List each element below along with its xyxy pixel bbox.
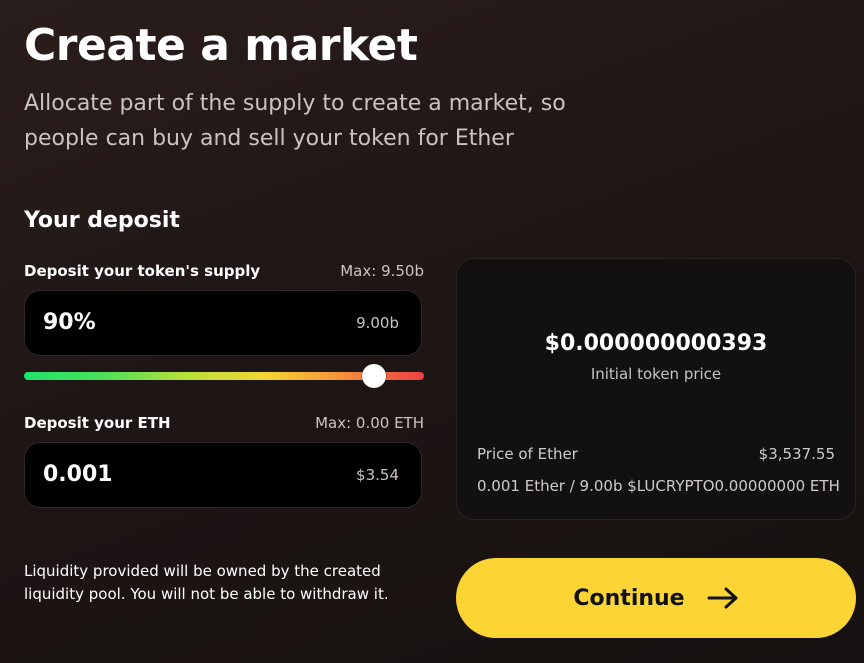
initial-token-price: $0.000000000393 [544,331,768,356]
summary-card: $0.000000000393 Initial token price Pric… [456,258,856,520]
eth-deposit-usd: $3.54 [356,466,399,484]
eth-deposit-max[interactable]: Max: 0.00 ETH [315,414,424,432]
page-title: Create a market [24,20,418,71]
page-subtitle: Allocate part of the supply to create a … [24,91,566,151]
token-supply-max[interactable]: Max: 9.50b [340,262,424,280]
continue-button-label: Continue [573,585,685,611]
eth-deposit-value[interactable]: 0.001 [43,443,113,507]
token-supply-input[interactable]: 90% 9.00b [24,290,422,356]
token-supply-value[interactable]: 90% [43,291,96,355]
token-supply-amount: 9.00b [356,314,399,332]
ether-price-value: $3,537.55 [758,445,835,463]
token-supply-slider[interactable] [24,364,424,388]
deposit-section-title: Your deposit [24,208,180,233]
ether-price-label: Price of Ether [477,445,578,463]
continue-button[interactable]: Continue [456,558,856,638]
liquidity-note: Liquidity provided will be owned by the … [24,562,389,603]
ratio-row: 0.001 Ether / 9.00b $LUCRYPTO 0.00000000… [477,477,840,495]
ratio-value: 0.00000000 ETH [714,477,840,495]
initial-token-price-caption: Initial token price [590,365,722,383]
token-supply-label: Deposit your token's supply [24,262,261,280]
arrow-right-icon [707,587,738,609]
ether-price-row: Price of Ether $3,537.55 [477,445,835,463]
eth-deposit-label: Deposit your ETH [24,414,171,432]
eth-deposit-input[interactable]: 0.001 $3.54 [24,442,422,508]
ratio-label: 0.001 Ether / 9.00b $LUCRYPTO [477,477,715,495]
slider-thumb[interactable] [362,364,387,388]
